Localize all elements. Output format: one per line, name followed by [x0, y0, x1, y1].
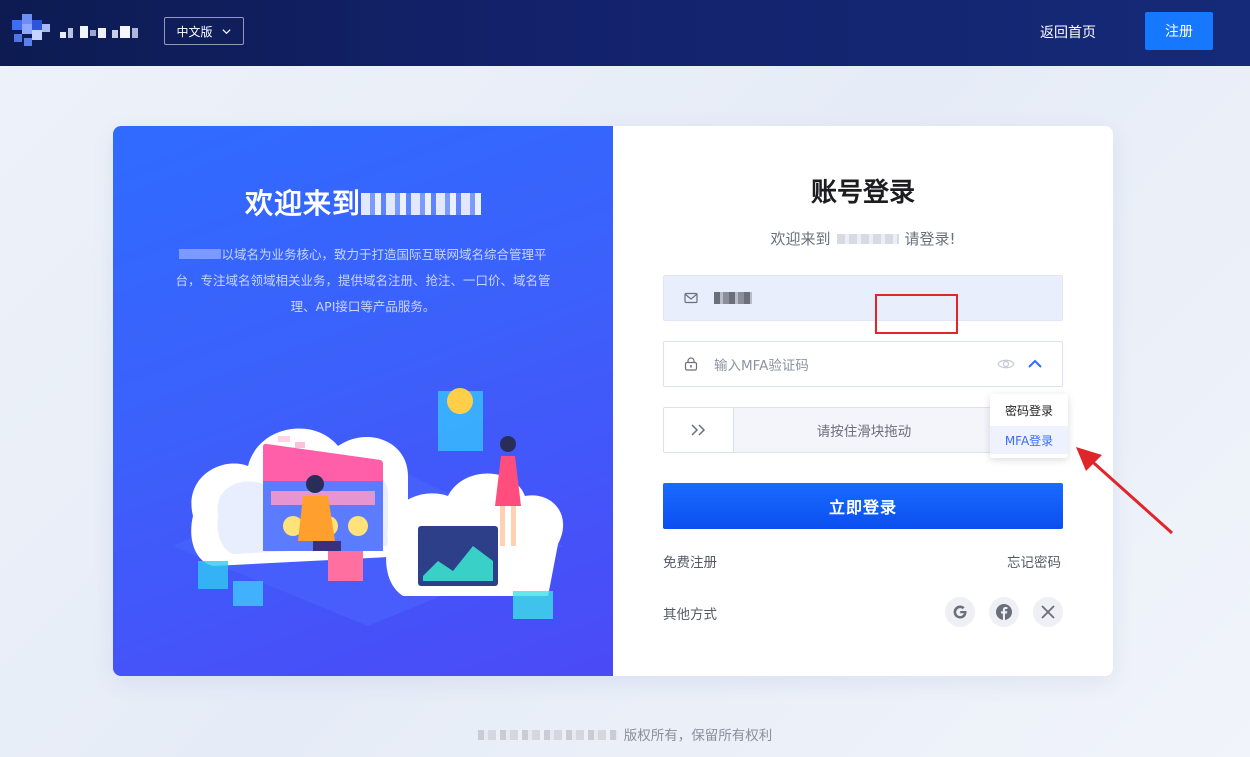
eye-icon[interactable]: [997, 357, 1015, 371]
slider-handle[interactable]: [664, 408, 734, 452]
login-method-mfa[interactable]: MFA登录: [990, 426, 1068, 454]
mfa-code-input[interactable]: 输入MFA验证码: [663, 341, 1063, 387]
annotation-arrow: [1076, 447, 1174, 535]
slider-hint: 请按住滑块拖动: [816, 424, 912, 440]
cloud-illustration: [173, 388, 564, 626]
login-method-password[interactable]: 密码登录: [990, 396, 1068, 424]
blurred-brand-name: [836, 234, 899, 244]
top-header: 中文版 返回首页 注册: [0, 0, 1250, 66]
forgot-password-link[interactable]: 忘记密码: [1007, 551, 1061, 571]
promo-panel: 欢迎来到 以域名为业务核心，致力于打造国际互联网域名综合管理平台，专注域名领域相…: [113, 126, 613, 676]
chevron-up-icon[interactable]: [1026, 355, 1044, 373]
form-title: 账号登录: [810, 178, 915, 208]
account-input[interactable]: [663, 275, 1063, 321]
double-chevron-right-icon: [690, 424, 705, 436]
page-footer: 版权所有，保留所有权利: [0, 724, 1250, 744]
home-link[interactable]: 返回首页: [1040, 22, 1096, 42]
mfa-placeholder: 输入MFA验证码: [714, 358, 809, 374]
mail-icon: [684, 292, 698, 304]
free-register-link[interactable]: 免费注册: [663, 551, 717, 571]
blurred-account-value: [714, 292, 752, 304]
subtitle-suffix: 请登录!: [904, 230, 956, 248]
blurred-brand-name: [179, 249, 222, 259]
register-button[interactable]: 注册: [1145, 12, 1213, 50]
facebook-login-button[interactable]: [989, 597, 1019, 627]
x-login-button[interactable]: [1033, 597, 1063, 627]
google-login-button[interactable]: [945, 597, 975, 627]
subtitle-prefix: 欢迎来到: [770, 230, 831, 248]
facebook-icon: [996, 604, 1012, 620]
login-method-dropdown: 密码登录 MFA登录: [990, 394, 1068, 458]
site-logo[interactable]: [8, 10, 148, 52]
x-icon: [1041, 605, 1055, 619]
google-icon: [953, 605, 967, 619]
promo-title-text: 欢迎来到: [244, 187, 361, 220]
blurred-company-name: [477, 730, 618, 740]
form-subtitle: 欢迎来到 请登录!: [613, 228, 1113, 249]
language-label: 中文版: [176, 24, 213, 39]
other-methods-label: 其他方式: [663, 607, 717, 623]
login-submit-button[interactable]: 立即登录: [663, 483, 1063, 529]
language-select[interactable]: 中文版: [164, 17, 244, 45]
promo-title: 欢迎来到: [113, 182, 613, 222]
highlight-box: [875, 294, 958, 334]
login-form-panel: 账号登录 欢迎来到 请登录! 输入MFA验证码 请按住滑块拖动 密码登录 MFA…: [613, 126, 1113, 676]
copyright-text: 版权所有，保留所有权利: [623, 728, 773, 744]
promo-description-text: 以域名为业务核心，致力于打造国际互联网域名综合管理平台，专注域名领域相关业务，提…: [175, 247, 551, 314]
login-card: 欢迎来到 以域名为业务核心，致力于打造国际互联网域名综合管理平台，专注域名领域相…: [113, 126, 1113, 676]
chevron-down-icon: [221, 28, 231, 34]
blurred-brand-name: [361, 193, 481, 215]
promo-description: 以域名为业务核心，致力于打造国际互联网域名综合管理平台，专注域名领域相关业务，提…: [173, 242, 553, 320]
lock-icon: [684, 357, 698, 371]
